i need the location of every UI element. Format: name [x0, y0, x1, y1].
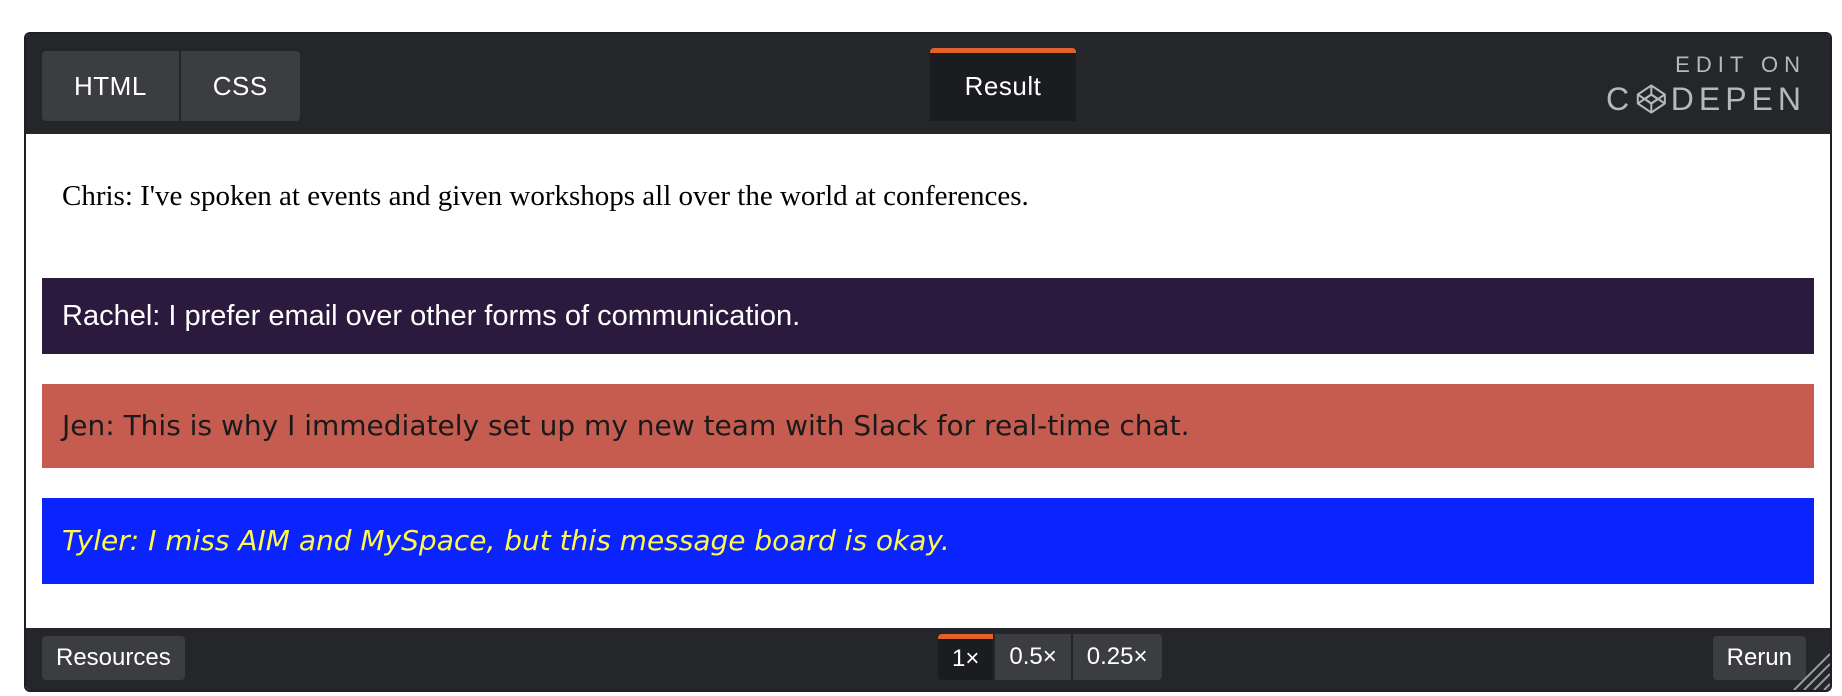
codepen-wordmark-end: DEPEN — [1670, 81, 1806, 117]
zoom-0-5x-button[interactable]: 0.5× — [995, 634, 1071, 680]
message-tyler: Tyler: I miss AIM and MySpace, but this … — [42, 498, 1814, 584]
codepen-embed: HTML CSS Result EDIT ON C DEPEN Chris: I… — [24, 32, 1832, 692]
message-chris: Chris: I've spoken at events and given w… — [62, 180, 1029, 212]
message-jen: Jen: This is why I immediately set up my… — [42, 384, 1814, 468]
edit-on-label: EDIT ON — [1675, 52, 1806, 77]
embed-bottom-bar: Resources 1× 0.5× 0.25× Rerun — [26, 628, 1830, 690]
resources-button[interactable]: Resources — [42, 636, 185, 680]
codepen-wordmark-start: C — [1606, 81, 1635, 117]
codepen-wordmark: C DEPEN — [1606, 80, 1806, 118]
message-rachel: Rachel: I prefer email over other forms … — [42, 278, 1814, 354]
tab-css[interactable]: CSS — [180, 51, 300, 121]
zoom-0-25x-button[interactable]: 0.25× — [1072, 634, 1162, 680]
resize-handle-icon[interactable] — [1790, 650, 1830, 690]
tab-result[interactable]: Result — [930, 48, 1076, 121]
tab-html[interactable]: HTML — [42, 51, 179, 121]
zoom-1x-button[interactable]: 1× — [938, 634, 994, 680]
edit-on-codepen-link[interactable]: EDIT ON C DEPEN — [1606, 52, 1806, 118]
codepen-logo-icon — [1636, 84, 1666, 114]
editor-tabs: HTML CSS — [42, 51, 300, 121]
embed-top-bar: HTML CSS Result EDIT ON C DEPEN — [26, 34, 1830, 134]
result-preview: Chris: I've spoken at events and given w… — [26, 134, 1830, 624]
zoom-selector: 1× 0.5× 0.25× — [938, 634, 1162, 680]
